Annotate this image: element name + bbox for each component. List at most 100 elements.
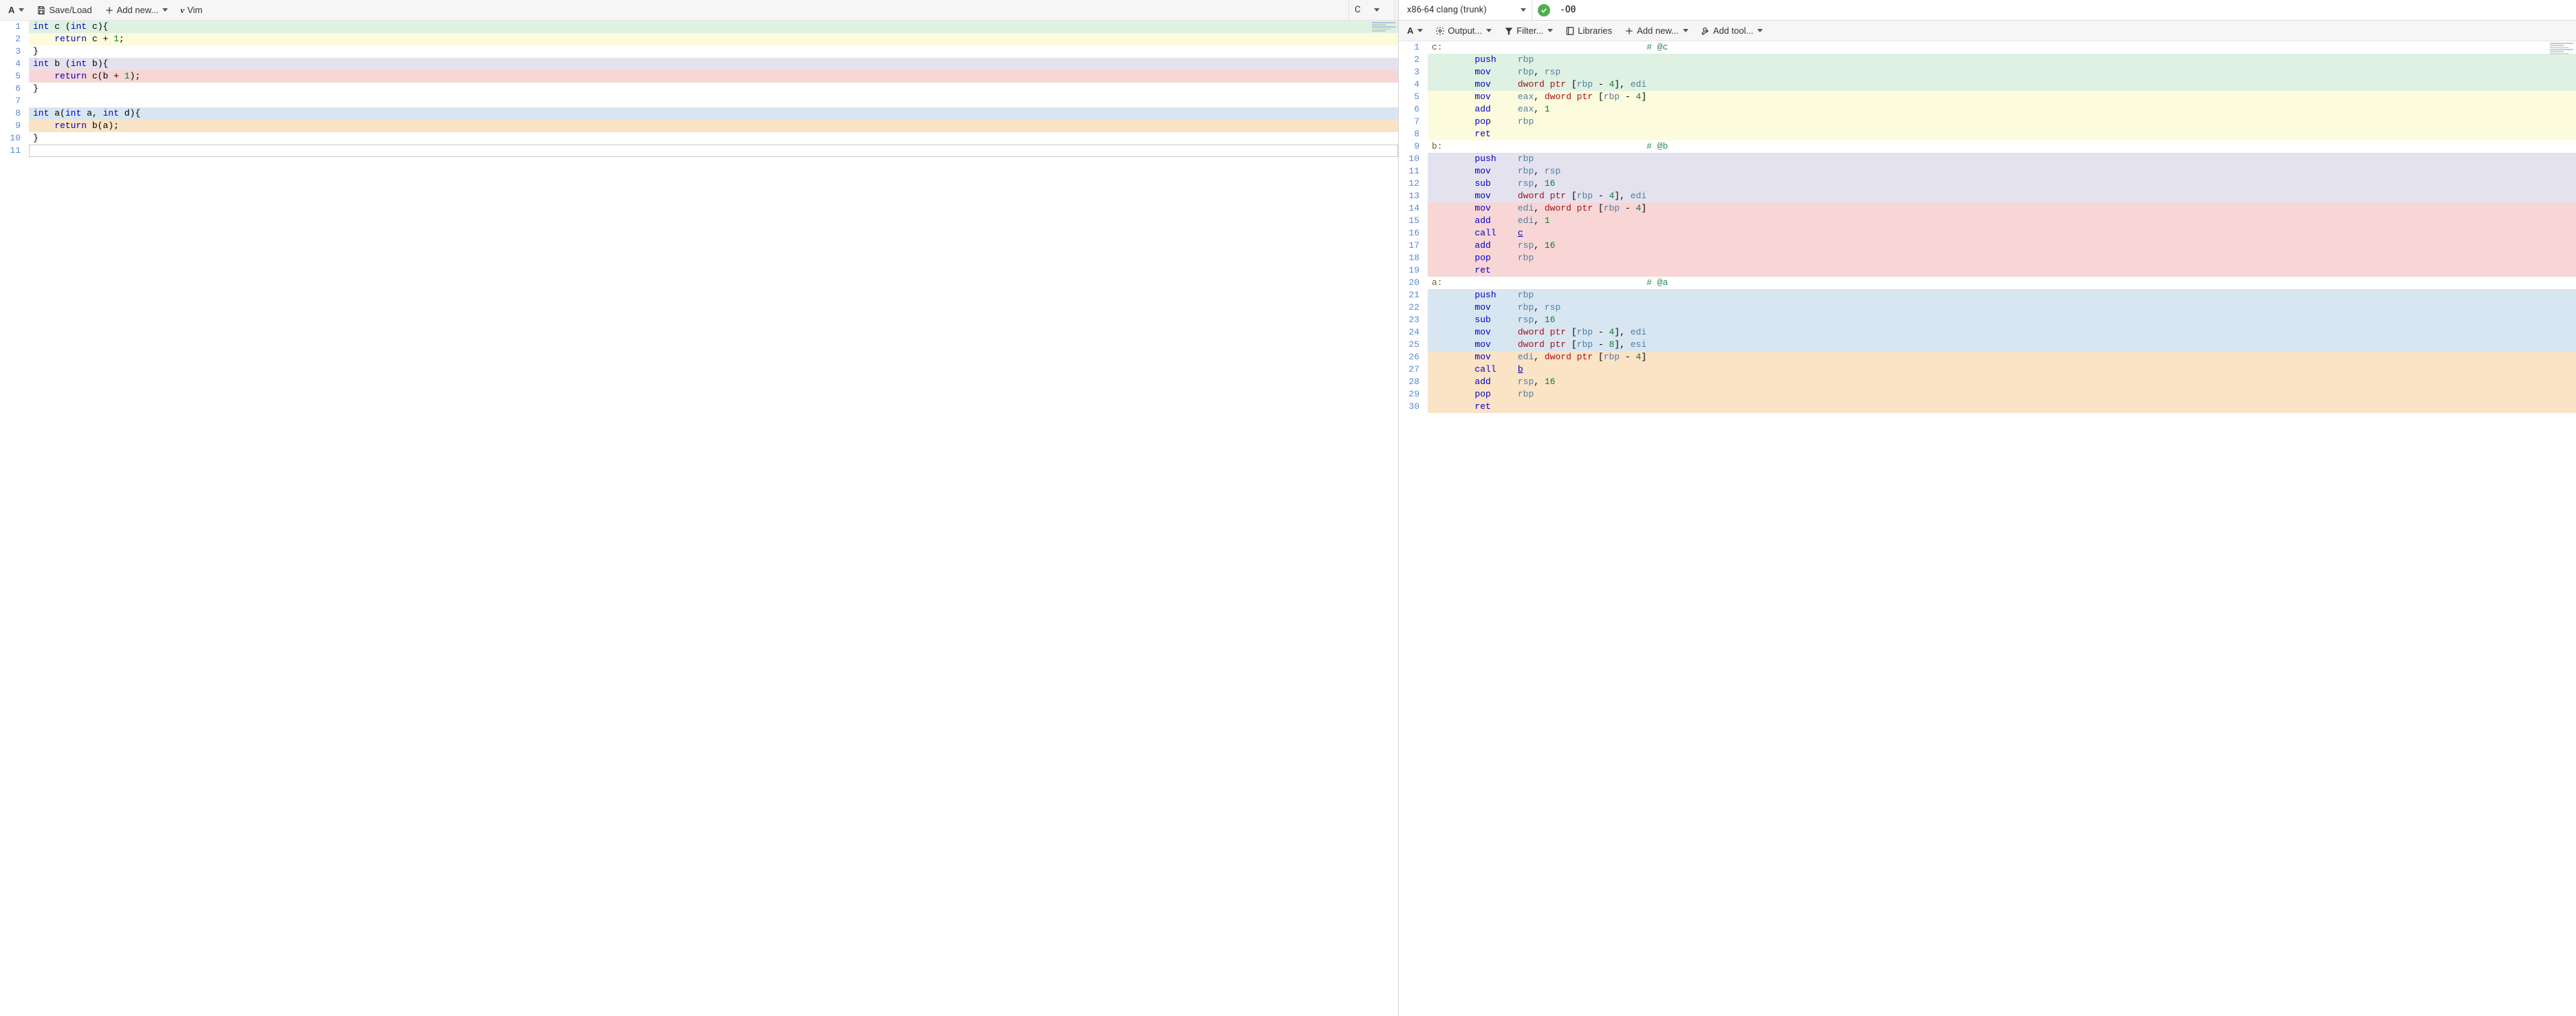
font-size-button[interactable]: A xyxy=(1402,23,1428,38)
add-new-button[interactable]: Add new... xyxy=(99,3,174,17)
code-content[interactable]: } xyxy=(29,132,1398,145)
minimap[interactable] xyxy=(2550,43,2573,61)
code-line[interactable]: 14 mov edi, dword ptr [rbp - 4] xyxy=(1399,202,2576,215)
code-line[interactable]: 6 add eax, 1 xyxy=(1399,103,2576,116)
code-content[interactable]: mov dword ptr [rbp - 4], edi xyxy=(1428,326,2576,339)
code-content[interactable]: int b (int b){ xyxy=(29,58,1398,70)
code-line[interactable]: 20a: # @a xyxy=(1399,277,2576,289)
code-content[interactable]: mov eax, dword ptr [rbp - 4] xyxy=(1428,91,2576,103)
code-line[interactable]: 8 ret xyxy=(1399,128,2576,140)
code-content[interactable]: add edi, 1 xyxy=(1428,215,2576,227)
code-line[interactable]: 28 add rsp, 16 xyxy=(1399,376,2576,388)
code-line[interactable]: 18 pop rbp xyxy=(1399,252,2576,264)
code-line[interactable]: 6} xyxy=(0,83,1398,95)
code-content[interactable]: sub rsp, 16 xyxy=(1428,314,2576,326)
code-content[interactable] xyxy=(29,145,1398,157)
code-line[interactable]: 26 mov edi, dword ptr [rbp - 4] xyxy=(1399,351,2576,363)
code-line[interactable]: 23 sub rsp, 16 xyxy=(1399,314,2576,326)
code-line[interactable]: 7 xyxy=(0,95,1398,107)
code-line[interactable]: 1int c (int c){ xyxy=(0,21,1398,33)
code-content[interactable]: push rbp xyxy=(1428,153,2576,165)
code-line[interactable]: 7 pop rbp xyxy=(1399,116,2576,128)
save-load-button[interactable]: Save/Load xyxy=(31,3,97,17)
language-select[interactable]: C xyxy=(1349,0,1395,21)
code-line[interactable]: 17 add rsp, 16 xyxy=(1399,240,2576,252)
code-content[interactable]: pop rbp xyxy=(1428,116,2576,128)
code-line[interactable]: 15 add edi, 1 xyxy=(1399,215,2576,227)
code-content[interactable]: sub rsp, 16 xyxy=(1428,178,2576,190)
code-line[interactable]: 3} xyxy=(0,45,1398,58)
code-line[interactable]: 22 mov rbp, rsp xyxy=(1399,301,2576,314)
asm-viewer[interactable]: 1c: # @c2 push rbp3 mov rbp, rsp4 mov dw… xyxy=(1399,41,2576,1016)
code-line[interactable]: 8int a(int a, int d){ xyxy=(0,107,1398,120)
code-line[interactable]: 2 push rbp xyxy=(1399,54,2576,66)
code-line[interactable]: 10 push rbp xyxy=(1399,153,2576,165)
code-content[interactable]: ret xyxy=(1428,401,2576,413)
compile-status-ok[interactable] xyxy=(1538,4,1550,17)
vim-button[interactable]: v Vim xyxy=(175,3,208,18)
code-content[interactable]: int a(int a, int d){ xyxy=(29,107,1398,120)
code-content[interactable]: return b(a); xyxy=(29,120,1398,132)
code-line[interactable]: 27 call b xyxy=(1399,363,2576,376)
code-content[interactable]: } xyxy=(29,45,1398,58)
code-content[interactable]: pop rbp xyxy=(1428,252,2576,264)
code-line[interactable]: 19 ret xyxy=(1399,264,2576,277)
code-content[interactable]: mov dword ptr [rbp - 4], edi xyxy=(1428,78,2576,91)
code-content[interactable]: c: # @c xyxy=(1428,41,2576,54)
code-line[interactable]: 11 xyxy=(0,145,1398,157)
code-content[interactable]: mov dword ptr [rbp - 4], edi xyxy=(1428,190,2576,202)
code-content[interactable]: a: # @a xyxy=(1428,277,2576,289)
code-content[interactable]: mov edi, dword ptr [rbp - 4] xyxy=(1428,202,2576,215)
code-line[interactable]: 30 ret xyxy=(1399,401,2576,413)
libraries-button[interactable]: Libraries xyxy=(1560,23,1618,38)
code-content[interactable]: call b xyxy=(1428,363,2576,376)
code-content[interactable]: pop rbp xyxy=(1428,388,2576,401)
code-content[interactable]: push rbp xyxy=(1428,54,2576,66)
code-content[interactable]: ret xyxy=(1428,264,2576,277)
add-new-button[interactable]: Add new... xyxy=(1619,23,1694,38)
code-line[interactable]: 21 push rbp xyxy=(1399,289,2576,301)
code-content[interactable]: mov rbp, rsp xyxy=(1428,301,2576,314)
code-line[interactable]: 5 mov eax, dword ptr [rbp - 4] xyxy=(1399,91,2576,103)
code-content[interactable]: add eax, 1 xyxy=(1428,103,2576,116)
code-content[interactable]: mov rbp, rsp xyxy=(1428,165,2576,178)
filter-button[interactable]: Filter... xyxy=(1499,23,1558,38)
code-content[interactable]: mov dword ptr [rbp - 8], esi xyxy=(1428,339,2576,351)
code-line[interactable]: 12 sub rsp, 16 xyxy=(1399,178,2576,190)
code-line[interactable]: 24 mov dword ptr [rbp - 4], edi xyxy=(1399,326,2576,339)
code-line[interactable]: 2 return c + 1; xyxy=(0,33,1398,45)
code-content[interactable]: mov edi, dword ptr [rbp - 4] xyxy=(1428,351,2576,363)
code-line[interactable]: 3 mov rbp, rsp xyxy=(1399,66,2576,78)
compiler-options-input[interactable] xyxy=(1556,0,2573,20)
code-line[interactable]: 16 call c xyxy=(1399,227,2576,240)
code-line[interactable]: 25 mov dword ptr [rbp - 8], esi xyxy=(1399,339,2576,351)
code-line[interactable]: 11 mov rbp, rsp xyxy=(1399,165,2576,178)
code-content[interactable]: add rsp, 16 xyxy=(1428,376,2576,388)
minimap[interactable] xyxy=(1372,22,1395,40)
code-line[interactable]: 4 mov dword ptr [rbp - 4], edi xyxy=(1399,78,2576,91)
code-line[interactable]: 10} xyxy=(0,132,1398,145)
code-content[interactable]: return c(b + 1); xyxy=(29,70,1398,83)
code-content[interactable]: b: # @b xyxy=(1428,140,2576,153)
code-content[interactable] xyxy=(29,95,1398,107)
code-content[interactable]: push rbp xyxy=(1428,289,2576,301)
code-content[interactable]: int c (int c){ xyxy=(29,21,1398,33)
code-content[interactable]: call c xyxy=(1428,227,2576,240)
add-tool-button[interactable]: Add tool... xyxy=(1695,23,1769,38)
code-line[interactable]: 9b: # @b xyxy=(1399,140,2576,153)
code-content[interactable]: mov rbp, rsp xyxy=(1428,66,2576,78)
code-line[interactable]: 13 mov dword ptr [rbp - 4], edi xyxy=(1399,190,2576,202)
code-content[interactable]: return c + 1; xyxy=(29,33,1398,45)
code-content[interactable]: add rsp, 16 xyxy=(1428,240,2576,252)
code-content[interactable]: } xyxy=(29,83,1398,95)
output-button[interactable]: Output... xyxy=(1430,23,1497,38)
font-size-button[interactable]: A xyxy=(3,3,30,17)
code-line[interactable]: 9 return b(a); xyxy=(0,120,1398,132)
code-line[interactable]: 29 pop rbp xyxy=(1399,388,2576,401)
code-line[interactable]: 4int b (int b){ xyxy=(0,58,1398,70)
source-editor[interactable]: 1int c (int c){2 return c + 1;3}4int b (… xyxy=(0,21,1398,1016)
compiler-select[interactable]: x86-64 clang (trunk) xyxy=(1402,0,1532,21)
code-line[interactable]: 5 return c(b + 1); xyxy=(0,70,1398,83)
code-content[interactable]: ret xyxy=(1428,128,2576,140)
code-line[interactable]: 1c: # @c xyxy=(1399,41,2576,54)
